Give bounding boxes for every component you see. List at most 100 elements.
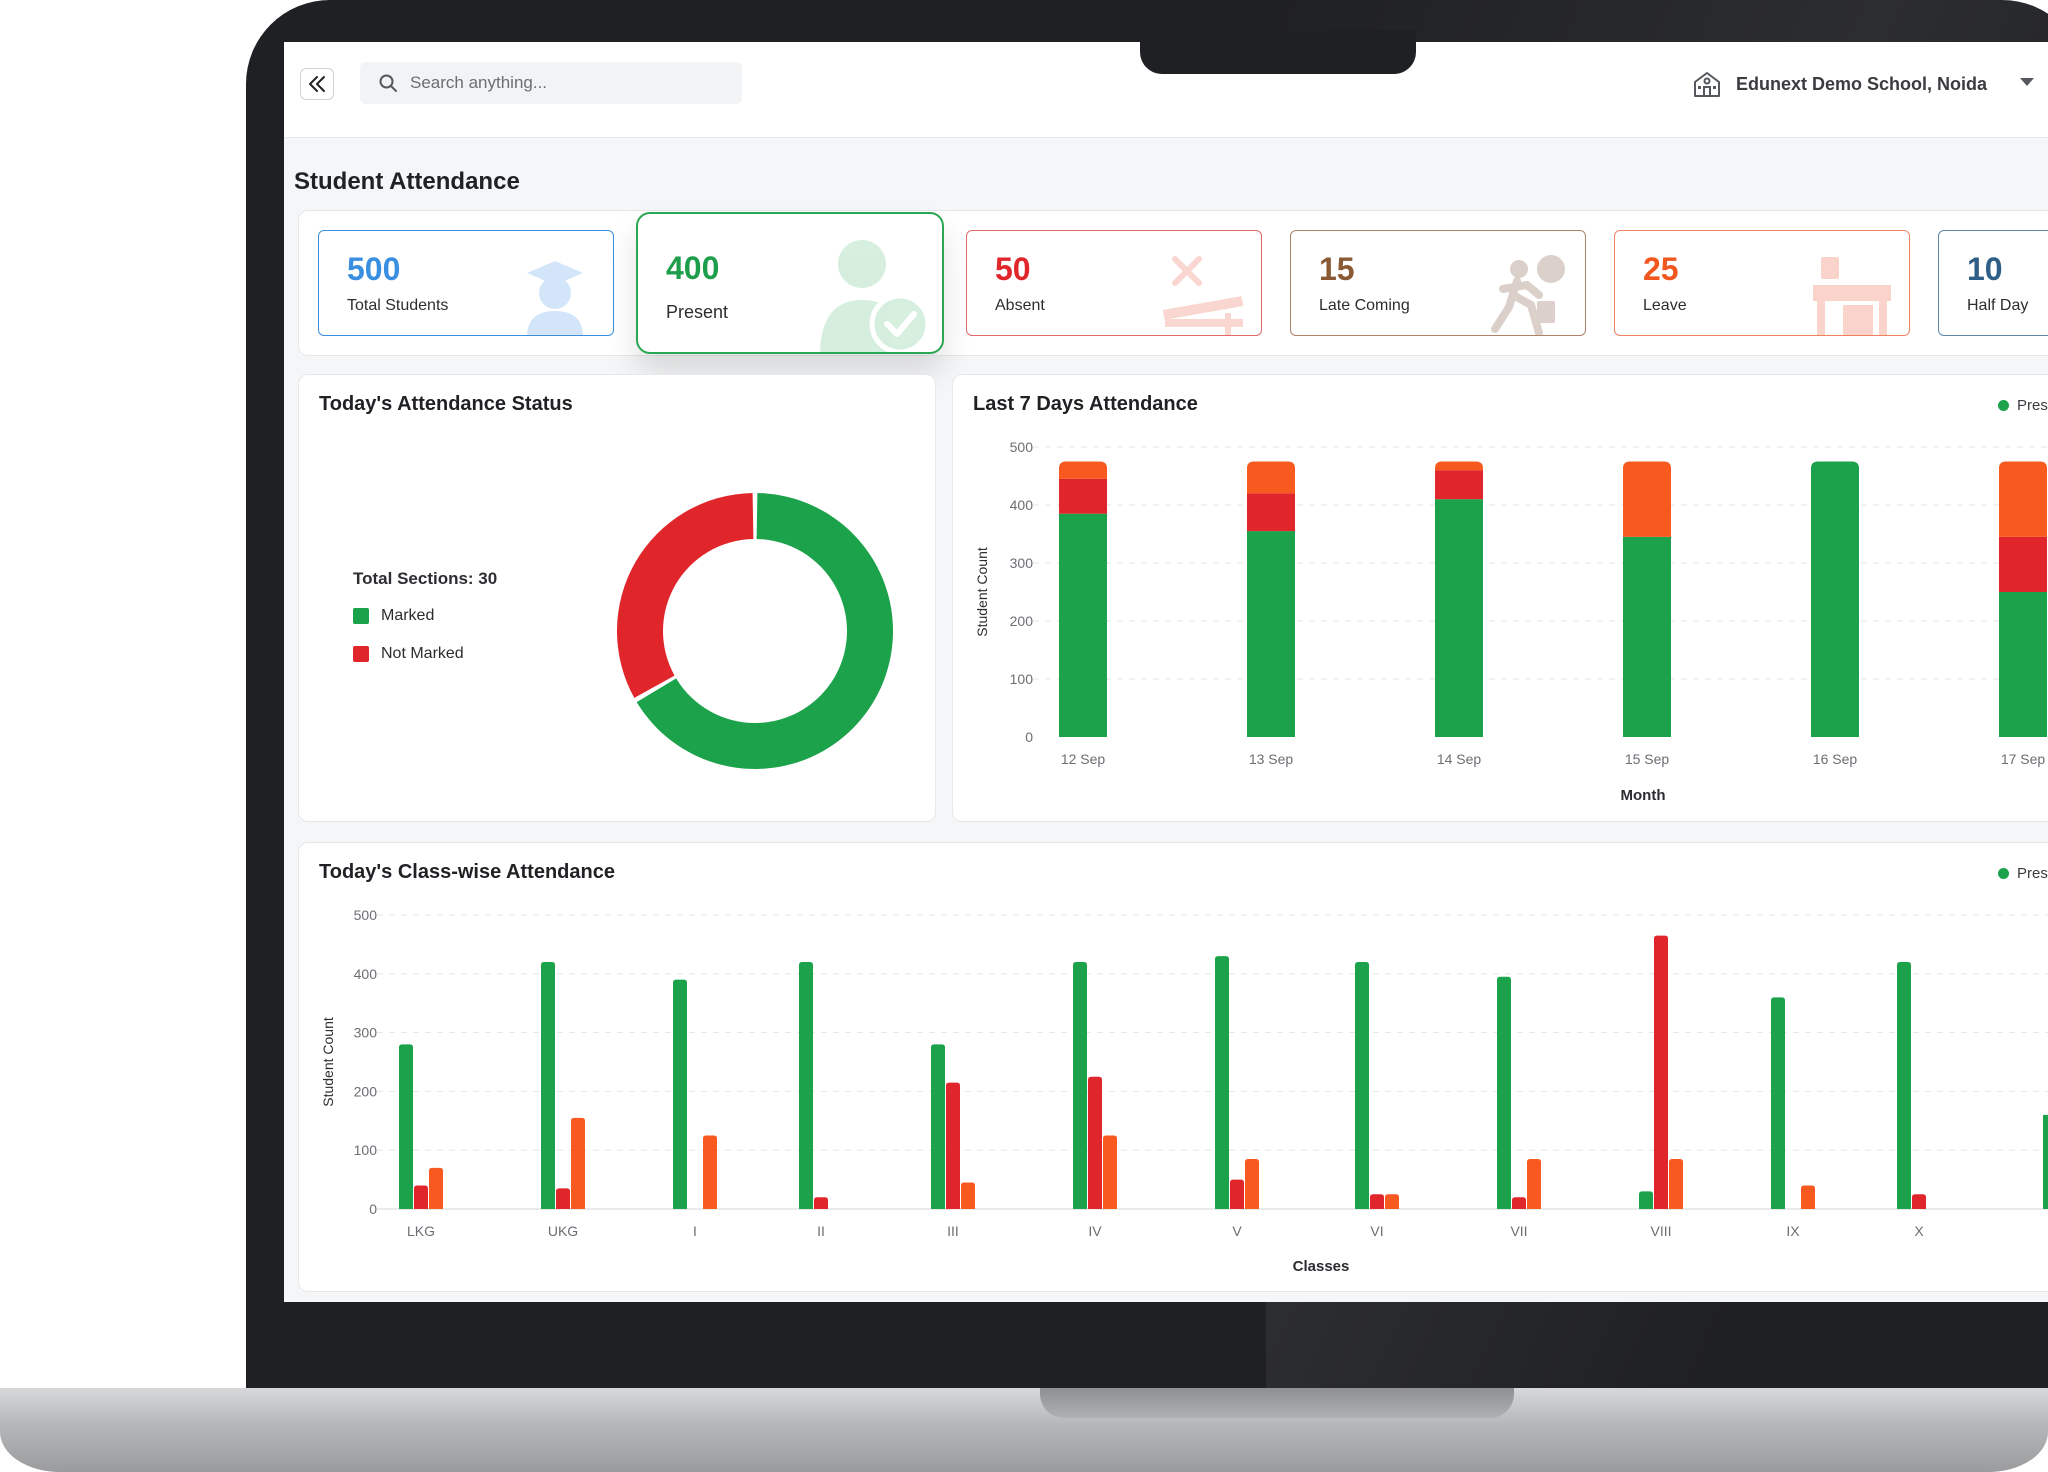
y-tick-label: 400 bbox=[354, 966, 378, 982]
bar-absent bbox=[1654, 935, 1668, 1209]
bar-absent bbox=[414, 1185, 428, 1209]
bar-segment-present bbox=[1999, 592, 2047, 737]
x-tick-label: VI bbox=[1370, 1223, 1383, 1239]
bar-segment-absent bbox=[1435, 470, 1483, 500]
legend-item-marked: Marked bbox=[353, 607, 434, 625]
stat-label: Late Coming bbox=[1319, 297, 1410, 314]
stat-value: 15 bbox=[1319, 251, 1355, 287]
bar-segment-leave bbox=[1999, 461, 2047, 537]
classwise-attendance-panel: Today's Class-wise Attendance Pres 0 100 2… bbox=[298, 842, 2048, 1292]
x-tick-label: VII bbox=[1510, 1223, 1527, 1239]
school-name[interactable]: Edunext Demo School, Noida bbox=[1736, 74, 1987, 95]
bar-segment-present bbox=[1811, 461, 1859, 737]
x-tick-label: VIII bbox=[1650, 1223, 1671, 1239]
x-tick-label: I bbox=[693, 1223, 697, 1239]
y-tick-label: 500 bbox=[354, 907, 378, 923]
bar-segment-absent bbox=[1999, 536, 2047, 592]
y-tick-label: 200 bbox=[1010, 613, 1034, 629]
x-axis-title: Month bbox=[1621, 787, 1666, 804]
bar-absent bbox=[1512, 1197, 1526, 1209]
bar-present bbox=[799, 962, 813, 1209]
legend-item-not-marked: Not Marked bbox=[353, 645, 464, 663]
stat-card-half-day[interactable]: 10 Half Day bbox=[1938, 230, 2048, 336]
bar-leave bbox=[1245, 1159, 1259, 1209]
bar-absent bbox=[946, 1082, 960, 1209]
app-screen: Search anything... Edunext Demo School, … bbox=[284, 42, 2048, 1302]
collapse-sidebar-button[interactable] bbox=[300, 68, 334, 100]
stat-value: 500 bbox=[347, 251, 401, 287]
bar-leave bbox=[429, 1167, 443, 1209]
running-late-icon bbox=[1491, 255, 1565, 335]
y-tick-label: 100 bbox=[1010, 671, 1034, 687]
stat-label: Absent bbox=[995, 297, 1045, 314]
bar-absent bbox=[1088, 1076, 1102, 1209]
legend-label: Marked bbox=[381, 607, 435, 624]
x-axis-title: Classes bbox=[1293, 1258, 1350, 1275]
x-tick-label: 15 Sep bbox=[1625, 751, 1670, 767]
bar-segment-present bbox=[1435, 499, 1483, 737]
bar-leave bbox=[961, 1182, 975, 1209]
school-building-icon bbox=[1694, 72, 1720, 97]
y-tick-label: 0 bbox=[369, 1201, 377, 1217]
stat-value: 25 bbox=[1643, 251, 1679, 287]
stat-value: 10 bbox=[1967, 251, 2003, 287]
bar-leave bbox=[571, 1117, 585, 1209]
bar-absent bbox=[1370, 1194, 1384, 1209]
empty-desk-icon bbox=[1162, 256, 1244, 335]
bar-present bbox=[673, 979, 687, 1209]
weekly-attendance-panel: Last 7 Days Attendance Pres 0 100 200 300 40… bbox=[952, 374, 2048, 822]
search-placeholder[interactable]: Search anything... bbox=[410, 73, 547, 93]
bar-segment-leave bbox=[1247, 461, 1295, 494]
x-tick-label: 14 Sep bbox=[1437, 751, 1482, 767]
stat-card-leave[interactable]: 25 Leave bbox=[1614, 230, 1910, 336]
stat-label: Half Day bbox=[1967, 297, 2029, 314]
school-selector[interactable]: Edunext Demo School, Noida bbox=[1692, 66, 1987, 102]
page-title: Student Attendance bbox=[294, 168, 520, 195]
legend-label: Not Marked bbox=[381, 645, 464, 662]
stat-value: 50 bbox=[995, 251, 1031, 287]
bar-present bbox=[1073, 962, 1087, 1209]
y-axis-title: Student Count bbox=[974, 547, 990, 637]
stat-card-present[interactable]: 400 Present bbox=[636, 212, 944, 354]
classwise-bar-chart: 0100200300400500Student CountLKG UKG I II II… bbox=[320, 907, 2048, 1275]
y-tick-label: 100 bbox=[354, 1142, 378, 1158]
camera-notch bbox=[1140, 30, 1416, 74]
x-tick-label: 13 Sep bbox=[1249, 751, 1294, 767]
bar-segment-leave bbox=[1623, 461, 1671, 537]
bar-absent bbox=[1230, 1179, 1244, 1209]
bar-absent bbox=[814, 1197, 828, 1209]
bar-leave bbox=[1103, 1135, 1117, 1209]
stat-card-total-students[interactable]: 500 Total Students bbox=[318, 230, 614, 336]
legend-swatch bbox=[353, 646, 369, 662]
stat-card-absent[interactable]: 50 Absent bbox=[966, 230, 1262, 336]
y-tick-label: 300 bbox=[1010, 555, 1034, 571]
bar-segment-absent bbox=[1247, 493, 1295, 532]
double-chevron-left-icon bbox=[309, 76, 325, 92]
stat-label: Total Students bbox=[347, 297, 449, 314]
search-box[interactable]: Search anything... bbox=[360, 62, 742, 104]
y-axis-title: Student Count bbox=[320, 1017, 336, 1107]
bar-segment-absent bbox=[1059, 478, 1107, 514]
x-tick-label: IX bbox=[1786, 1223, 1800, 1239]
stat-value: 400 bbox=[666, 250, 720, 286]
x-tick-label: 16 Sep bbox=[1813, 751, 1858, 767]
stat-card-late-coming[interactable]: 15 Late Coming bbox=[1290, 230, 1586, 336]
y-tick-label: 200 bbox=[354, 1083, 378, 1099]
bar-present bbox=[1639, 1191, 1653, 1209]
bar-present bbox=[1215, 956, 1229, 1209]
y-tick-label: 0 bbox=[1025, 729, 1033, 745]
x-tick-label: IV bbox=[1088, 1223, 1102, 1239]
laptop-base bbox=[0, 1388, 2048, 1472]
bar-segment-present bbox=[1623, 536, 1671, 737]
x-tick-label: V bbox=[1232, 1223, 1242, 1239]
y-tick-label: 300 bbox=[354, 1025, 378, 1041]
laptop-base-lip bbox=[1040, 1388, 1514, 1418]
bar-leave bbox=[1669, 1159, 1683, 1209]
x-tick-label: II bbox=[817, 1223, 825, 1239]
bar-present bbox=[1497, 976, 1511, 1209]
chevron-down-icon[interactable] bbox=[2020, 78, 2034, 86]
search-icon bbox=[379, 74, 397, 92]
x-tick-label: 17 Sep bbox=[2001, 751, 2046, 767]
person-check-icon bbox=[820, 240, 931, 352]
bar-absent bbox=[556, 1188, 570, 1209]
